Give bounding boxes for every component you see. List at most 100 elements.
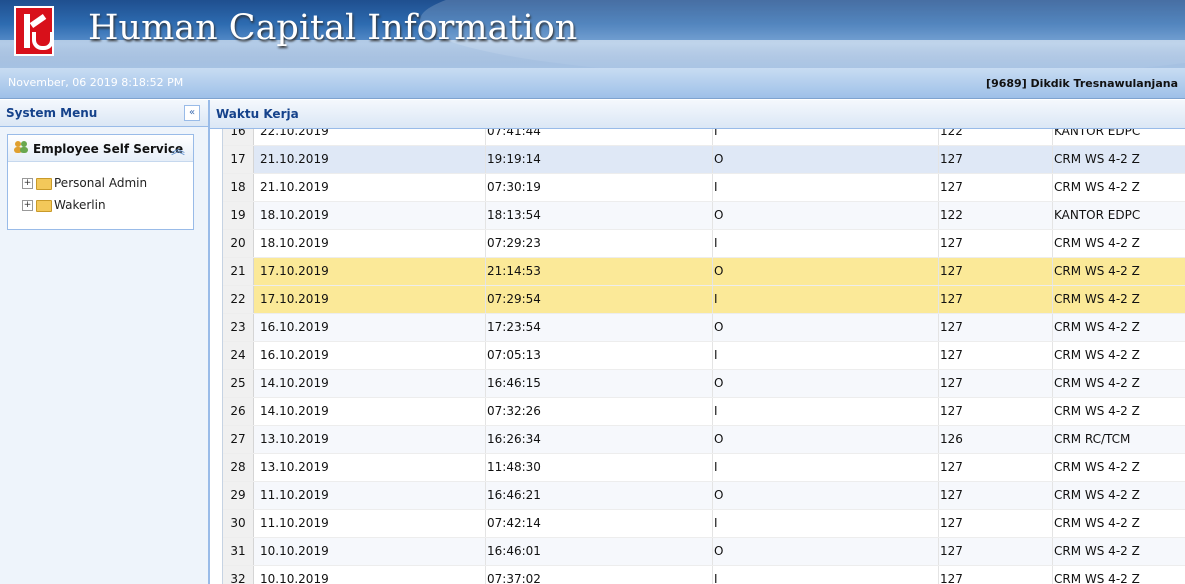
direction-cell: O xyxy=(714,264,724,278)
code-cell: 127 xyxy=(940,404,963,418)
time-cell: 16:46:21 xyxy=(487,488,541,502)
column-divider xyxy=(485,174,486,201)
direction-cell: I xyxy=(714,404,718,418)
row-number: 27 xyxy=(223,426,254,453)
column-divider xyxy=(938,258,939,285)
row-number: 25 xyxy=(223,370,254,397)
column-divider xyxy=(1052,510,1053,537)
system-menu-title: System Menu xyxy=(6,106,98,120)
row-number: 23 xyxy=(223,314,254,341)
sidebar-item-label: Wakerlin xyxy=(54,198,106,212)
code-cell: 127 xyxy=(940,320,963,334)
date-cell: 10.10.2019 xyxy=(260,572,329,584)
direction-cell: O xyxy=(714,320,724,334)
time-cell: 07:29:54 xyxy=(487,292,541,306)
location-cell: CRM WS 4-2 Z xyxy=(1054,488,1140,502)
code-cell: 127 xyxy=(940,376,963,390)
column-divider xyxy=(485,202,486,229)
column-divider xyxy=(485,129,486,145)
table-row[interactable]: 30 11.10.2019 07:42:14 I 127 CRM WS 4-2 Z xyxy=(223,510,1185,538)
date-cell: 10.10.2019 xyxy=(260,544,329,558)
current-datetime: November, 06 2019 8:18:52 PM xyxy=(8,76,184,89)
code-cell: 127 xyxy=(940,152,963,166)
time-cell: 07:29:23 xyxy=(487,236,541,250)
double-chevron-left-icon[interactable]: « xyxy=(184,105,200,121)
row-number: 24 xyxy=(223,342,254,369)
column-divider xyxy=(712,146,713,173)
direction-cell: O xyxy=(714,208,724,222)
row-number: 17 xyxy=(223,146,254,173)
column-divider xyxy=(1052,566,1053,584)
table-row[interactable]: 26 14.10.2019 07:32:26 I 127 CRM WS 4-2 Z xyxy=(223,398,1185,426)
column-divider xyxy=(938,370,939,397)
column-divider xyxy=(938,230,939,257)
column-divider xyxy=(712,454,713,481)
table-row[interactable]: 19 18.10.2019 18:13:54 O 122 KANTOR EDPC xyxy=(223,202,1185,230)
column-divider xyxy=(1052,129,1053,145)
direction-cell: I xyxy=(714,129,718,138)
column-divider xyxy=(712,202,713,229)
table-row[interactable]: 25 14.10.2019 16:46:15 O 127 CRM WS 4-2 Z xyxy=(223,370,1185,398)
time-cell: 16:46:15 xyxy=(487,376,541,390)
employee-self-service-header[interactable]: Employee Self Service ︽ xyxy=(8,135,193,162)
table-row[interactable]: 18 21.10.2019 07:30:19 I 127 CRM WS 4-2 Z xyxy=(223,174,1185,202)
column-divider xyxy=(1052,174,1053,201)
location-cell: CRM WS 4-2 Z xyxy=(1054,516,1140,530)
time-cell: 07:32:26 xyxy=(487,404,541,418)
date-cell: 21.10.2019 xyxy=(260,180,329,194)
table-row[interactable]: 17 21.10.2019 19:19:14 O 127 CRM WS 4-2 Z xyxy=(223,146,1185,174)
code-cell: 127 xyxy=(940,348,963,362)
chevron-up-icon[interactable]: ︽ xyxy=(171,139,185,159)
table-row[interactable]: 23 16.10.2019 17:23:54 O 127 CRM WS 4-2 Z xyxy=(223,314,1185,342)
app-title: Human Capital Information xyxy=(88,8,578,48)
table-row[interactable]: 29 11.10.2019 16:46:21 O 127 CRM WS 4-2 Z xyxy=(223,482,1185,510)
code-cell: 122 xyxy=(940,129,963,138)
time-cell: 07:30:19 xyxy=(487,180,541,194)
time-cell: 19:19:14 xyxy=(487,152,541,166)
table-row[interactable]: 28 13.10.2019 11:48:30 I 127 CRM WS 4-2 Z xyxy=(223,454,1185,482)
direction-cell: O xyxy=(714,376,724,390)
column-divider xyxy=(1052,482,1053,509)
date-cell: 13.10.2019 xyxy=(260,432,329,446)
header-banner: Human Capital Information xyxy=(0,0,1185,68)
location-cell: CRM WS 4-2 Z xyxy=(1054,544,1140,558)
plus-box-icon[interactable]: + xyxy=(22,200,33,211)
plus-box-icon[interactable]: + xyxy=(22,178,33,189)
table-row[interactable]: 24 16.10.2019 07:05:13 I 127 CRM WS 4-2 Z xyxy=(223,342,1185,370)
column-divider xyxy=(485,314,486,341)
column-divider xyxy=(938,454,939,481)
table-row[interactable]: 21 17.10.2019 21:14:53 O 127 CRM WS 4-2 Z xyxy=(223,258,1185,286)
column-divider xyxy=(938,482,939,509)
direction-cell: I xyxy=(714,292,718,306)
column-divider xyxy=(712,426,713,453)
table-row[interactable]: 31 10.10.2019 16:46:01 O 127 CRM WS 4-2 Z xyxy=(223,538,1185,566)
column-divider xyxy=(485,566,486,584)
time-cell: 07:42:14 xyxy=(487,516,541,530)
sidebar-item-label: Personal Admin xyxy=(54,176,148,190)
folder-icon xyxy=(36,178,52,190)
column-divider xyxy=(712,566,713,584)
location-cell: CRM WS 4-2 Z xyxy=(1054,264,1140,278)
code-cell: 127 xyxy=(940,488,963,502)
column-divider xyxy=(1052,342,1053,369)
table-row[interactable]: 22 17.10.2019 07:29:54 I 127 CRM WS 4-2 Z xyxy=(223,286,1185,314)
table-row[interactable]: 32 10.10.2019 07:37:02 I 127 CRM WS 4-2 Z xyxy=(223,566,1185,584)
date-cell: 14.10.2019 xyxy=(260,404,329,418)
time-cell: 07:05:13 xyxy=(487,348,541,362)
table-row[interactable]: 27 13.10.2019 16:26:34 O 126 CRM RC/TCM xyxy=(223,426,1185,454)
code-cell: 126 xyxy=(940,432,963,446)
table-row[interactable]: 16 22.10.2019 07:41:44 I 122 KANTOR EDPC xyxy=(223,129,1185,146)
date-cell: 18.10.2019 xyxy=(260,236,329,250)
column-divider xyxy=(938,146,939,173)
time-cell: 07:37:02 xyxy=(487,572,541,584)
column-divider xyxy=(712,174,713,201)
row-number: 29 xyxy=(223,482,254,509)
column-divider xyxy=(712,230,713,257)
column-divider xyxy=(485,342,486,369)
date-cell: 22.10.2019 xyxy=(260,129,329,138)
time-cell: 16:26:34 xyxy=(487,432,541,446)
table-row[interactable]: 20 18.10.2019 07:29:23 I 127 CRM WS 4-2 Z xyxy=(223,230,1185,258)
employee-self-service-title: Employee Self Service xyxy=(33,142,184,156)
column-divider xyxy=(938,426,939,453)
direction-cell: I xyxy=(714,572,718,584)
